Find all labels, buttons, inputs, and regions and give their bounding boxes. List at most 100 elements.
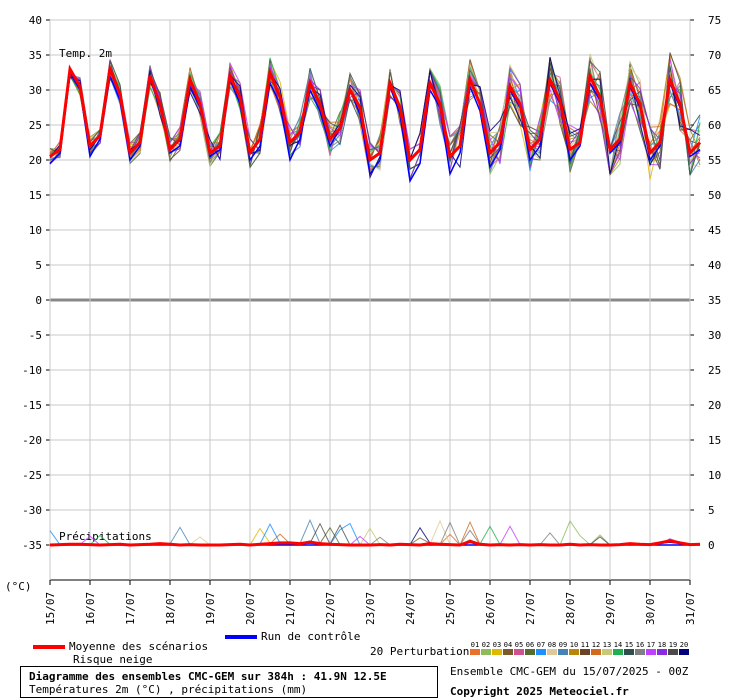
x-tick-label: 15/07 (44, 592, 57, 625)
x-tick-label: 16/07 (84, 592, 97, 625)
perturbation-swatch (580, 649, 590, 655)
y-right-tick-label: 15 (708, 434, 721, 447)
y-right-tick-label: 60 (708, 119, 721, 132)
perturbation-swatch (547, 649, 557, 655)
y-left-tick-label: -15 (22, 399, 42, 412)
perturbation-number: 15 (624, 641, 634, 649)
run-info: Ensemble CMC-GEM du 15/07/2025 - 00Z (450, 665, 689, 678)
perturbation-number: 12 (591, 641, 601, 649)
y-right-tick-label: 5 (708, 504, 715, 517)
perturbation-number: 17 (646, 641, 656, 649)
perturbation-number: 08 (547, 641, 557, 649)
precip-section-label: Précipitations (59, 530, 152, 543)
legend-control-label: Run de contrôle (261, 630, 361, 643)
y-left-tick-label: -35 (22, 539, 42, 552)
perturbation-swatch (624, 649, 634, 655)
x-tick-label: 28/07 (564, 592, 577, 625)
y-right-tick-label: 35 (708, 294, 721, 307)
perturbation-number: 19 (668, 641, 678, 649)
legend-mean: Moyenne des scénarios Risque neige (33, 640, 208, 666)
y-right-tick-label: 55 (708, 154, 721, 167)
x-tick-label: 31/07 (684, 592, 697, 625)
x-tick-label: 22/07 (324, 592, 337, 625)
perturbation-swatch (646, 649, 656, 655)
perturbation-number: 09 (558, 641, 568, 649)
perturbation-number: 02 (481, 641, 491, 649)
perturbation-number: 20 (679, 641, 689, 649)
x-tick-label: 23/07 (364, 592, 377, 625)
legend-mean-label: Moyenne des scénarios (69, 640, 209, 653)
perturbation-swatch (602, 649, 612, 655)
perturbation-swatch (613, 649, 623, 655)
perturbation-number: 13 (602, 641, 612, 649)
y-left-tick-label: -20 (22, 434, 42, 447)
x-tick-label: 30/07 (644, 592, 657, 625)
copyright: Copyright 2025 Meteociel.fr (450, 685, 629, 698)
legend-snow-label: Risque neige (73, 653, 153, 666)
y-right-tick-label: 0 (708, 539, 715, 552)
perturbation-number: 04 (503, 641, 513, 649)
y-left-tick-label: 25 (29, 119, 42, 132)
y-left-tick-label: -25 (22, 469, 42, 482)
y-right-tick-label: 75 (708, 14, 721, 27)
perturbation-swatch (481, 649, 491, 655)
perturbation-number: 18 (657, 641, 667, 649)
y-left-tick-label: 5 (35, 259, 42, 272)
legend-perturbations-label: 20 Perturbations (370, 645, 476, 658)
perturbation-swatch (679, 649, 689, 655)
y-right-tick-label: 25 (708, 364, 721, 377)
perturbation-number: 01 (470, 641, 480, 649)
perturbation-number: 06 (525, 641, 535, 649)
y-left-tick-label: 10 (29, 224, 42, 237)
y-left-tick-label: -30 (22, 504, 42, 517)
y-right-tick-label: 20 (708, 399, 721, 412)
y-left-tick-label: -10 (22, 364, 42, 377)
x-tick-label: 17/07 (124, 592, 137, 625)
perturbation-swatch (558, 649, 568, 655)
perturbation-number: 03 (492, 641, 502, 649)
perturbation-number: 07 (536, 641, 546, 649)
x-tick-label: 19/07 (204, 592, 217, 625)
perturbation-swatch (536, 649, 546, 655)
perturbation-swatch (569, 649, 579, 655)
perturbation-swatch (470, 649, 480, 655)
y-axis-label: (°C) (5, 580, 32, 593)
x-tick-label: 26/07 (484, 592, 497, 625)
x-tick-label: 20/07 (244, 592, 257, 625)
perturbation-number: 16 (635, 641, 645, 649)
y-right-tick-label: 70 (708, 49, 721, 62)
x-tick-label: 25/07 (444, 592, 457, 625)
chart-title-box: Diagramme des ensembles CMC-GEM sur 384h… (20, 666, 438, 698)
x-tick-label: 21/07 (284, 592, 297, 625)
y-right-tick-label: 30 (708, 329, 721, 342)
y-right-tick-label: 65 (708, 84, 721, 97)
y-right-tick-label: 50 (708, 189, 721, 202)
perturbation-swatch (525, 649, 535, 655)
y-right-tick-label: 10 (708, 469, 721, 482)
ensemble-chart: 4035302520151050-5-10-15-20-25-30-357570… (5, 14, 721, 625)
x-tick-label: 24/07 (404, 592, 417, 625)
perturbation-swatch (514, 649, 524, 655)
mean-line-sample (33, 645, 65, 649)
perturbation-number: 14 (613, 641, 623, 649)
x-tick-label: 27/07 (524, 592, 537, 625)
x-tick-label: 29/07 (604, 592, 617, 625)
y-left-tick-label: 35 (29, 49, 42, 62)
y-left-tick-label: 15 (29, 189, 42, 202)
y-right-tick-label: 45 (708, 224, 721, 237)
perturbation-swatch (492, 649, 502, 655)
chart-subtitle: Températures 2m (°C) , précipitations (m… (29, 683, 308, 696)
perturbation-number: 10 (569, 641, 579, 649)
perturbation-swatch (668, 649, 678, 655)
legend-control: Run de contrôle (225, 630, 360, 643)
y-left-tick-label: 30 (29, 84, 42, 97)
temp-section-label: Temp. 2m (59, 47, 112, 60)
x-tick-label: 18/07 (164, 592, 177, 625)
perturbation-swatch (657, 649, 667, 655)
perturbation-swatch (591, 649, 601, 655)
chart-title: Diagramme des ensembles CMC-GEM sur 384h… (29, 670, 387, 683)
perturbation-swatch (503, 649, 513, 655)
perturbation-swatch (635, 649, 645, 655)
y-left-tick-label: 20 (29, 154, 42, 167)
y-left-tick-label: -5 (29, 329, 42, 342)
